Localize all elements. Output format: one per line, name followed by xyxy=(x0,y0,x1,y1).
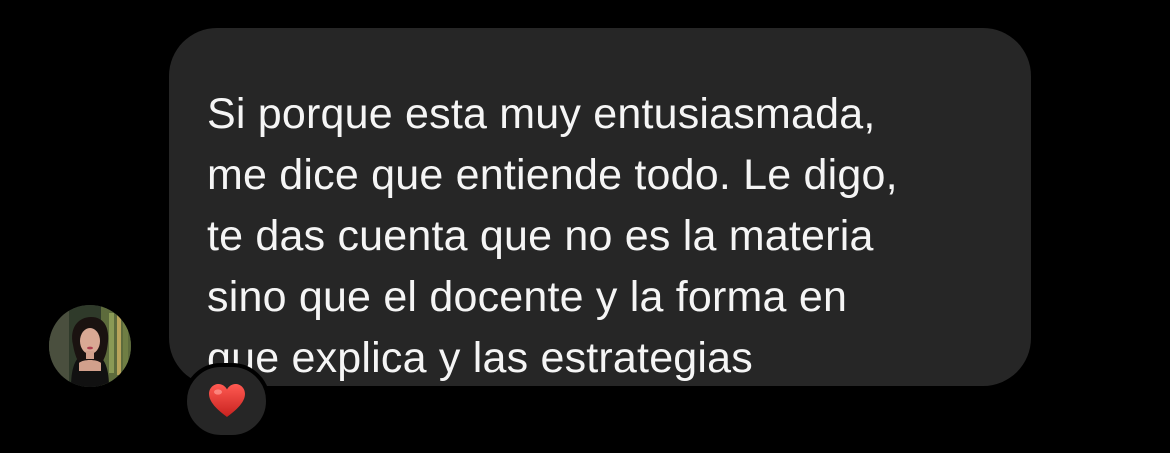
message-bubble[interactable]: Si porque esta muy entusiasmada, me dice… xyxy=(169,28,1031,386)
avatar[interactable] xyxy=(49,305,131,387)
avatar-photo xyxy=(49,305,131,387)
reaction-badge[interactable] xyxy=(183,363,270,439)
message-line: te das cuenta que no es la materia xyxy=(207,212,874,260)
message-line: me dice que entiende todo. Le digo, xyxy=(207,151,898,199)
message-text: Si porque esta muy entusiasmada, me dice… xyxy=(207,84,991,389)
message-line: Si porque esta muy entusiasmada, xyxy=(207,90,876,138)
heart-icon xyxy=(208,384,245,417)
message-line: sino que el docente y la forma en xyxy=(207,273,848,321)
message-line: que explica y las estrategias xyxy=(207,334,753,382)
